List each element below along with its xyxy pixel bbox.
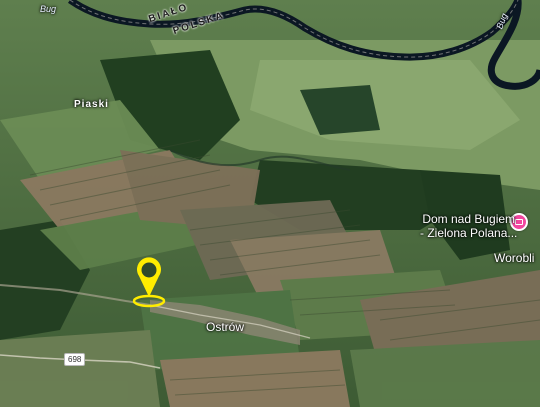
- place-label-ostrow[interactable]: Ostrów: [206, 320, 244, 335]
- map-pin-icon: [132, 257, 166, 308]
- satellite-map[interactable]: Bug Bug BIAŁO POLSKA Piaski Ostrów Worob…: [0, 0, 540, 407]
- poi-name: Dom nad Bugiem: [422, 212, 516, 226]
- river-bug-label-top: Bug: [40, 4, 57, 14]
- place-label-piaski[interactable]: Piaski: [74, 99, 109, 111]
- satellite-imagery: [0, 0, 540, 407]
- place-label-worobli[interactable]: Worobli: [494, 251, 534, 266]
- poi-subname: - Zielona Polana...: [420, 225, 518, 240]
- road-shield-698: 698: [64, 353, 86, 366]
- poi-label[interactable]: Dom nad Bugiem - Zielona Polana...: [420, 212, 518, 241]
- location-marker[interactable]: [124, 250, 174, 310]
